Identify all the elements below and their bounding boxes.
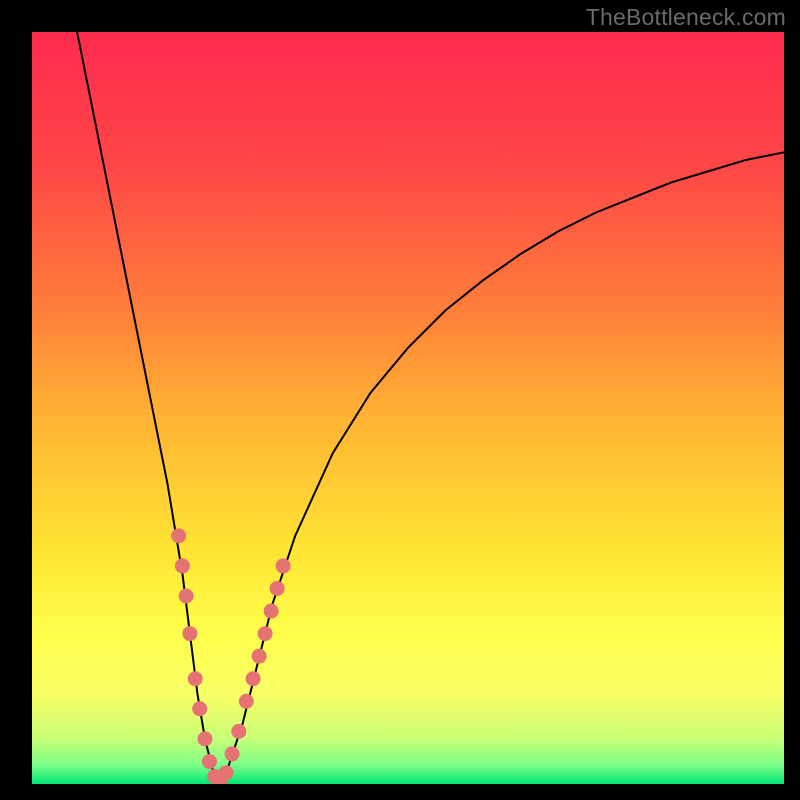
data-point [192, 701, 207, 716]
data-point [270, 581, 285, 596]
chart-frame: TheBottleneck.com [0, 0, 800, 800]
data-point [188, 671, 203, 686]
data-point [231, 724, 246, 739]
data-point [197, 731, 212, 746]
data-point [246, 671, 261, 686]
data-point [258, 626, 273, 641]
watermark-text: TheBottleneck.com [586, 4, 786, 31]
data-point [225, 746, 240, 761]
curve-layer [32, 32, 784, 784]
data-point [252, 649, 267, 664]
data-point [179, 589, 194, 604]
data-point [276, 558, 291, 573]
data-point [175, 558, 190, 573]
bottleneck-curve [77, 32, 784, 784]
marker-group [171, 528, 291, 784]
data-point [239, 694, 254, 709]
data-point [182, 626, 197, 641]
data-point [171, 528, 186, 543]
plot-region [32, 32, 784, 784]
data-point [264, 604, 279, 619]
data-point [202, 754, 217, 769]
data-point [219, 765, 234, 780]
